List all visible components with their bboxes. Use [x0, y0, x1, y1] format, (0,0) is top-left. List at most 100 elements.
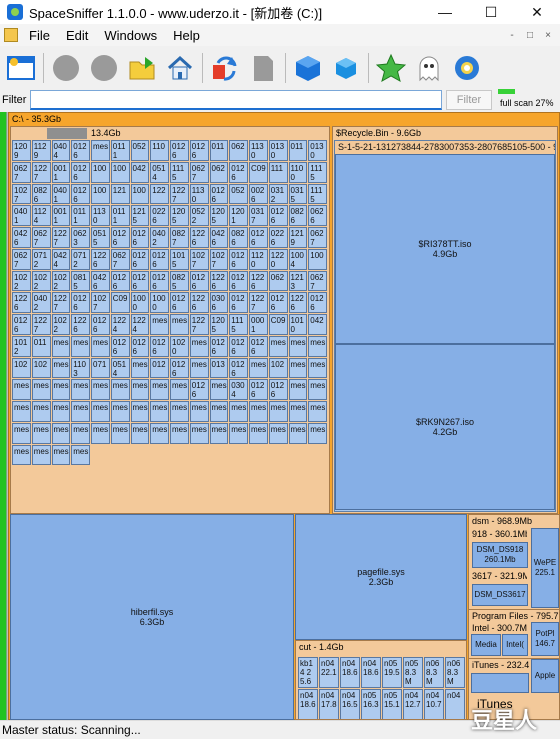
treemap-file-cell[interactable]: 1227 [189, 314, 209, 335]
treemap-file-cell[interactable]: 100 [91, 183, 110, 205]
treemap-file-cell[interactable]: mes [308, 401, 327, 422]
treemap-file-cell[interactable]: 0401 [51, 183, 71, 205]
treemap-file-cell[interactable]: 0304 [229, 379, 248, 401]
treemap-file-cell[interactable]: 102 [268, 357, 288, 379]
treemap-file-cell[interactable]: mes [51, 379, 71, 401]
treemap-file-cell[interactable]: 1027 [91, 292, 110, 314]
treemap-file-cell[interactable]: 011 [288, 140, 308, 161]
treemap-file-cell[interactable]: mes [71, 379, 90, 401]
cut-file-cell[interactable]: n04 17.8 [319, 689, 339, 719]
treemap-file-cell[interactable]: 052 [130, 140, 150, 161]
treemap-file-cell[interactable]: mes [31, 422, 51, 444]
cut-file-cell[interactable]: n04 18.6 [340, 657, 360, 688]
treemap-file-cell[interactable]: mes [308, 422, 327, 444]
treemap-file-cell[interactable]: mes [189, 335, 209, 357]
treemap-file-cell[interactable]: 0126 [110, 270, 130, 292]
treemap-file-cell[interactable]: 011 [31, 335, 51, 357]
treemap-file-cell[interactable]: 0126 [268, 205, 288, 227]
treemap-file-cell[interactable]: 1124 [31, 205, 51, 227]
treemap-file-cell[interactable]: mes [91, 422, 110, 444]
treemap-file-cell[interactable]: 1227 [51, 292, 71, 314]
treemap-file-cell[interactable]: 0126 [91, 314, 110, 335]
treemap-file-cell[interactable]: mes [170, 379, 189, 401]
treemap-file-cell[interactable]: 0712 [31, 248, 51, 270]
treemap-file-cell[interactable]: 1015 [170, 248, 189, 270]
treemap-file-cell[interactable]: 0515 [91, 227, 110, 248]
treemap-file-cell[interactable]: 1004 [288, 248, 308, 270]
treemap-file-cell[interactable]: 121 [110, 183, 130, 205]
treemap-file-cell[interactable]: 0404 [51, 140, 71, 161]
treemap-file-cell[interactable]: 1130 [91, 205, 110, 227]
treemap-file-cell[interactable]: mes [71, 401, 90, 422]
treemap-file-cell[interactable]: 1209 [12, 140, 31, 161]
treemap-file-cell[interactable]: 1226 [189, 292, 209, 314]
treemap-file-cell[interactable]: 0627 [31, 227, 51, 248]
treemap-file-cell[interactable]: mes [209, 379, 229, 401]
hiberfil-file[interactable]: hiberfil.sys 6.3Gb [10, 514, 294, 720]
menu-help[interactable]: Help [165, 28, 208, 43]
close-button[interactable]: ✕ [514, 0, 560, 24]
treemap-file-cell[interactable]: mes [229, 422, 248, 444]
treemap-file-cell[interactable]: mes [51, 444, 71, 466]
treemap-file-cell[interactable]: 102 [12, 357, 31, 379]
treemap-file-cell[interactable]: mes [130, 401, 150, 422]
treemap-file-cell[interactable]: 0011 [51, 161, 71, 183]
treemap-file-cell[interactable]: mes [288, 379, 308, 401]
treemap-file-cell[interactable]: 0126 [229, 270, 248, 292]
treemap-file-cell[interactable]: 0426 [91, 270, 110, 292]
treemap-file-cell[interactable]: 0315 [288, 183, 308, 205]
treemap-file-cell[interactable]: mes [12, 379, 31, 401]
treemap-file-cell[interactable]: mes [170, 314, 189, 335]
treemap-file-cell[interactable]: C09 [268, 314, 288, 335]
minimize-button[interactable]: — [422, 0, 468, 24]
treemap-file-cell[interactable]: 0111 [110, 205, 130, 227]
treemap-file-cell[interactable]: mes [91, 140, 110, 161]
treemap-file-cell[interactable]: C09 [110, 292, 130, 314]
treemap-file-cell[interactable]: 1115 [308, 161, 327, 183]
wepe-file[interactable]: WePE 225.1 [531, 528, 559, 608]
treemap-file-cell[interactable]: 0126 [209, 335, 229, 357]
treemap-file-cell[interactable]: mes [110, 401, 130, 422]
treemap-file-cell[interactable]: 062 [209, 161, 229, 183]
treemap-file-cell[interactable]: 0627 [189, 161, 209, 183]
treemap-file-cell[interactable]: 0402 [31, 292, 51, 314]
treemap-file-cell[interactable]: mes [12, 422, 31, 444]
treemap-file-cell[interactable]: 1205 [170, 205, 189, 227]
treemap-file-cell[interactable]: 1226 [209, 270, 229, 292]
cut-file-cell[interactable]: n05 15.1 [382, 689, 402, 719]
treemap-file-cell[interactable]: mes [130, 357, 150, 379]
treemap-file-cell[interactable]: 062 [268, 270, 288, 292]
treemap-file-cell[interactable]: 0623 [71, 227, 90, 248]
treemap-file-cell[interactable]: mes [308, 357, 327, 379]
treemap-file-cell[interactable]: 0126 [150, 335, 169, 357]
treemap-file-cell[interactable]: 0126 [189, 140, 209, 161]
treemap-file-cell[interactable]: 0130 [268, 140, 288, 161]
treemap-file-cell[interactable]: 0111 [110, 140, 130, 161]
cut-file-cell[interactable]: n04 16.5 [340, 689, 360, 719]
treemap-file-cell[interactable]: mes [31, 401, 51, 422]
treemap-file-cell[interactable]: 111 [268, 161, 288, 183]
treemap-file-cell[interactable]: 0126 [130, 335, 150, 357]
star-icon[interactable] [374, 51, 408, 85]
treemap-file-cell[interactable]: 1224 [110, 314, 130, 335]
treemap-file-cell[interactable]: 122 [150, 183, 169, 205]
treemap-file-cell[interactable]: mes [110, 379, 130, 401]
treemap-file-cell[interactable]: 0011 [51, 205, 71, 227]
treemap-file-cell[interactable]: 1100 [288, 161, 308, 183]
treemap-file-cell[interactable]: mes [268, 422, 288, 444]
treemap-file-cell[interactable]: mes [150, 379, 169, 401]
cut-file-cell[interactable]: n05 8.3M [403, 657, 423, 688]
cut-file-cell[interactable]: n04 18.6 [298, 689, 318, 719]
treemap-file-cell[interactable]: 0126 [12, 314, 31, 335]
treemap-file-cell[interactable]: 1226 [12, 292, 31, 314]
treemap-file-cell[interactable]: 042 [130, 161, 150, 183]
cut-file-cell[interactable]: n05 19.5 [382, 657, 402, 688]
treemap-file-cell[interactable]: mes [130, 422, 150, 444]
treemap-file-cell[interactable]: 1227 [170, 183, 189, 205]
treemap-file-cell[interactable]: 0424 [51, 248, 71, 270]
zoom-in-cube-icon[interactable] [291, 51, 325, 85]
treemap-file-cell[interactable]: 1027 [209, 248, 229, 270]
treemap-file-cell[interactable]: 0126 [130, 248, 150, 270]
treemap-file-cell[interactable]: 0627 [308, 227, 327, 248]
home-icon[interactable] [163, 51, 197, 85]
